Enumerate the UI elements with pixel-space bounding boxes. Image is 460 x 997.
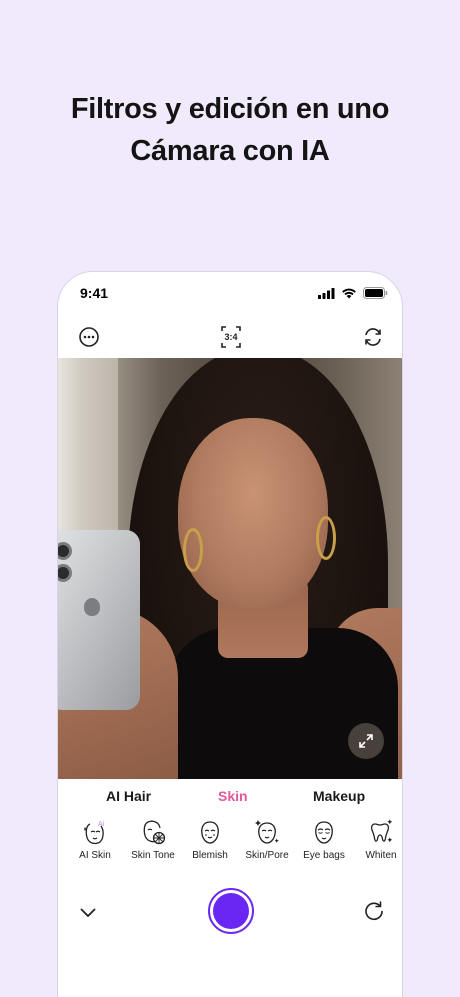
cellular-signal-icon	[318, 287, 335, 299]
tool-whiten[interactable]: Whiten	[351, 818, 402, 861]
shutter-button[interactable]	[208, 888, 254, 934]
collapse-button[interactable]	[76, 900, 100, 924]
tab-makeup[interactable]: Makeup	[313, 788, 365, 804]
chevron-down-icon	[80, 908, 96, 918]
headline-line-2: Cámara con IA	[130, 135, 330, 167]
tab-ai-hair[interactable]: AI Hair	[106, 788, 151, 804]
tool-skin-tone[interactable]: Skin Tone	[123, 818, 183, 861]
status-time: 9:41	[80, 285, 109, 301]
switch-camera-icon	[365, 328, 381, 346]
preview-logo	[84, 598, 100, 616]
preview-earring-right	[316, 516, 336, 560]
more-icon	[79, 327, 99, 347]
aspect-ratio-label: 3:4	[224, 332, 238, 342]
skin-tone-icon	[143, 820, 166, 845]
ai-skin-icon: Ai	[84, 821, 105, 845]
tool-skin-pore[interactable]: Skin/Pore	[237, 818, 297, 861]
preview-earring-left	[183, 528, 203, 572]
tool-label: Skin/Pore	[245, 850, 289, 861]
tool-label: Eye bags	[303, 850, 345, 861]
reset-icon	[365, 901, 383, 921]
blemish-icon	[201, 821, 219, 844]
wifi-icon	[342, 288, 356, 298]
whiten-icon	[370, 819, 393, 843]
headline-line-1: Filtros y edición en uno	[70, 93, 390, 125]
tool-eye-bags[interactable]: Eye bags	[294, 818, 354, 861]
camera-preview[interactable]	[58, 358, 402, 779]
phone-frame: 9:41 3:4 AI Hair Skin Makeup Ai AI Skin …	[57, 271, 403, 997]
shutter-inner	[213, 893, 249, 929]
expand-button[interactable]	[348, 723, 384, 759]
expand-icon	[359, 734, 373, 748]
preview-smartphone	[58, 530, 140, 710]
skin-pore-icon	[255, 820, 279, 844]
preview-subject-face	[178, 418, 328, 608]
tool-label: Skin Tone	[131, 850, 175, 861]
capture-bar	[58, 884, 402, 944]
tool-label: Blemish	[192, 850, 228, 861]
tool-blemish[interactable]: Blemish	[180, 818, 240, 861]
more-options-button[interactable]	[76, 324, 102, 350]
status-icons	[318, 287, 388, 299]
skin-tools: Ai AI Skin Skin Tone Blemish Skin/Pore E…	[58, 818, 402, 874]
camera-toolbar: 3:4	[58, 316, 402, 358]
eye-bags-icon	[315, 821, 333, 844]
tool-label: AI Skin	[79, 850, 111, 861]
status-bar: 9:41	[58, 272, 402, 314]
battery-icon	[363, 287, 388, 299]
tool-label: Whiten	[365, 850, 397, 861]
svg-text:Ai: Ai	[98, 821, 105, 828]
switch-camera-button[interactable]	[360, 324, 386, 350]
reset-button[interactable]	[362, 899, 386, 923]
headline: Filtros y edición en uno Cámara con IA	[0, 88, 460, 172]
category-tabs: AI Hair Skin Makeup	[58, 779, 402, 815]
tool-ai-skin[interactable]: Ai AI Skin	[65, 818, 125, 861]
tab-skin[interactable]: Skin	[218, 788, 248, 804]
aspect-ratio-button[interactable]: 3:4	[218, 324, 244, 350]
